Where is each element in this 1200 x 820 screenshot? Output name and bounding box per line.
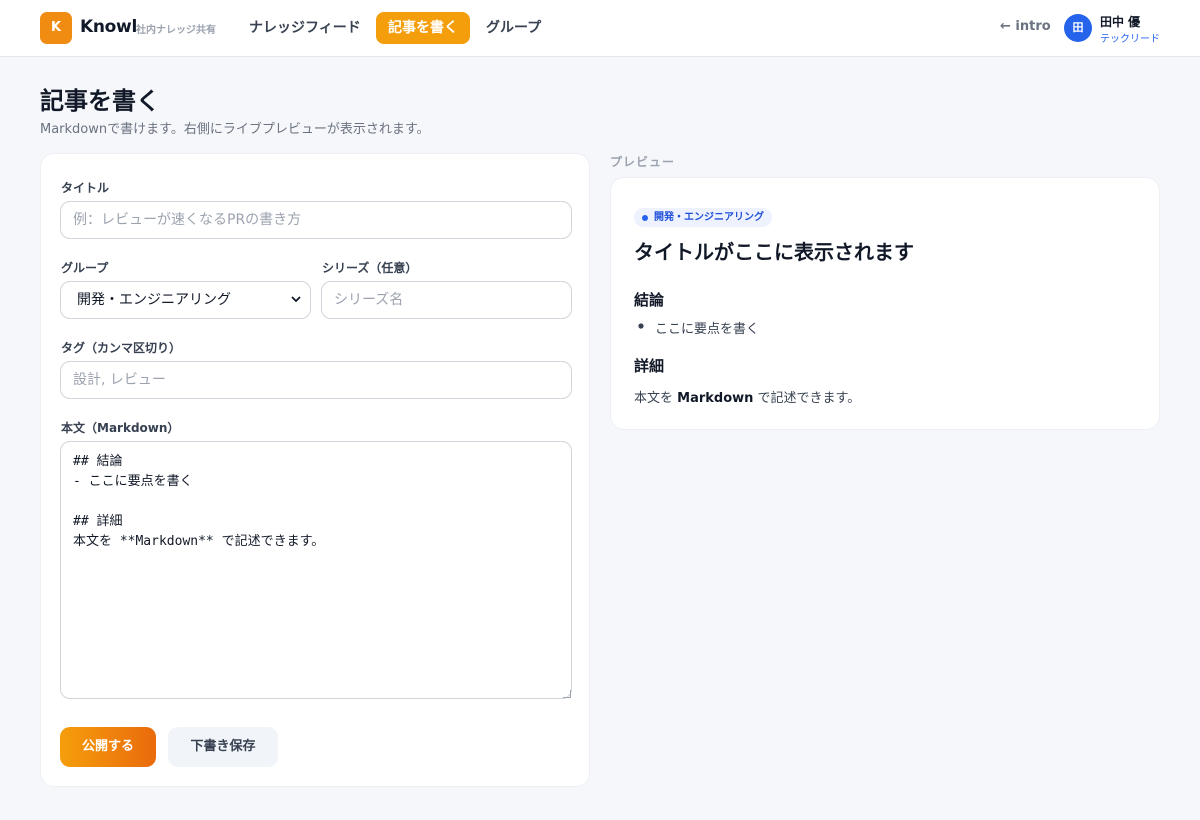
group-selected-value: 開発・エンジニアリング bbox=[77, 292, 231, 308]
user-avatar[interactable]: 田 bbox=[1064, 14, 1092, 42]
group-badge-label: 開発・エンジニアリング bbox=[654, 212, 764, 223]
title-label: タイトル bbox=[61, 181, 110, 195]
article-form: タイトル グループ 開発・エンジニアリング シリーズ（任意） タグ（カンマ区切り… bbox=[40, 153, 590, 787]
brand-tagline: 社内ナレッジ共有 bbox=[136, 25, 216, 36]
page-subtitle: Markdownで書けます。右側にライブプレビューが表示されます。 bbox=[40, 122, 430, 137]
title-input[interactable] bbox=[60, 201, 572, 239]
brand-name[interactable]: Knowl bbox=[80, 17, 137, 37]
group-badge: 開発・エンジニアリング bbox=[634, 208, 772, 227]
preview-body: 本文を Markdown で記述できます。 bbox=[634, 387, 860, 406]
preview-bullet-item: ここに要点を書く bbox=[655, 322, 760, 337]
top-header: K Knowl 社内ナレッジ共有 ナレッジフィード 記事を書く グループ ← i… bbox=[0, 0, 1200, 57]
page-title: 記事を書く bbox=[40, 87, 160, 115]
nav-knowledge-feed[interactable]: ナレッジフィード bbox=[237, 12, 373, 44]
resize-handle-icon[interactable] bbox=[563, 690, 571, 698]
logo-icon[interactable]: K bbox=[40, 12, 72, 44]
series-input[interactable] bbox=[321, 281, 572, 319]
preview-body-suffix: で記述できます。 bbox=[753, 391, 861, 406]
bullet-icon bbox=[638, 320, 644, 336]
preview-body-bold: Markdown bbox=[677, 391, 754, 406]
user-name: 田中 優 bbox=[1100, 15, 1141, 29]
user-role: テックリード bbox=[1100, 34, 1160, 45]
preview-title: タイトルがここに表示されます bbox=[634, 240, 914, 264]
chevron-down-icon bbox=[290, 282, 302, 333]
body-textarea[interactable] bbox=[60, 441, 572, 699]
group-select[interactable]: 開発・エンジニアリング bbox=[60, 281, 311, 319]
group-label: グループ bbox=[61, 261, 109, 275]
body-label: 本文（Markdown） bbox=[61, 421, 180, 435]
series-label: シリーズ（任意） bbox=[322, 261, 418, 275]
dot-icon bbox=[642, 215, 648, 221]
nav-groups[interactable]: グループ bbox=[474, 12, 553, 44]
tags-input[interactable] bbox=[60, 361, 572, 399]
preview-heading-detail: 詳細 bbox=[634, 357, 665, 375]
preview-heading-conclusion: 結論 bbox=[634, 291, 665, 309]
intro-link[interactable]: ← intro bbox=[1000, 19, 1051, 34]
tags-label: タグ（カンマ区切り） bbox=[61, 341, 182, 355]
nav-write-article[interactable]: 記事を書く bbox=[376, 12, 470, 44]
preview-card: 開発・エンジニアリング タイトルがここに表示されます 結論 ここに要点を書く 詳… bbox=[610, 177, 1160, 430]
save-draft-button[interactable]: 下書き保存 bbox=[168, 727, 278, 767]
preview-label: プレビュー bbox=[610, 155, 676, 169]
preview-body-prefix: 本文を bbox=[634, 391, 678, 406]
publish-button[interactable]: 公開する bbox=[60, 727, 156, 767]
